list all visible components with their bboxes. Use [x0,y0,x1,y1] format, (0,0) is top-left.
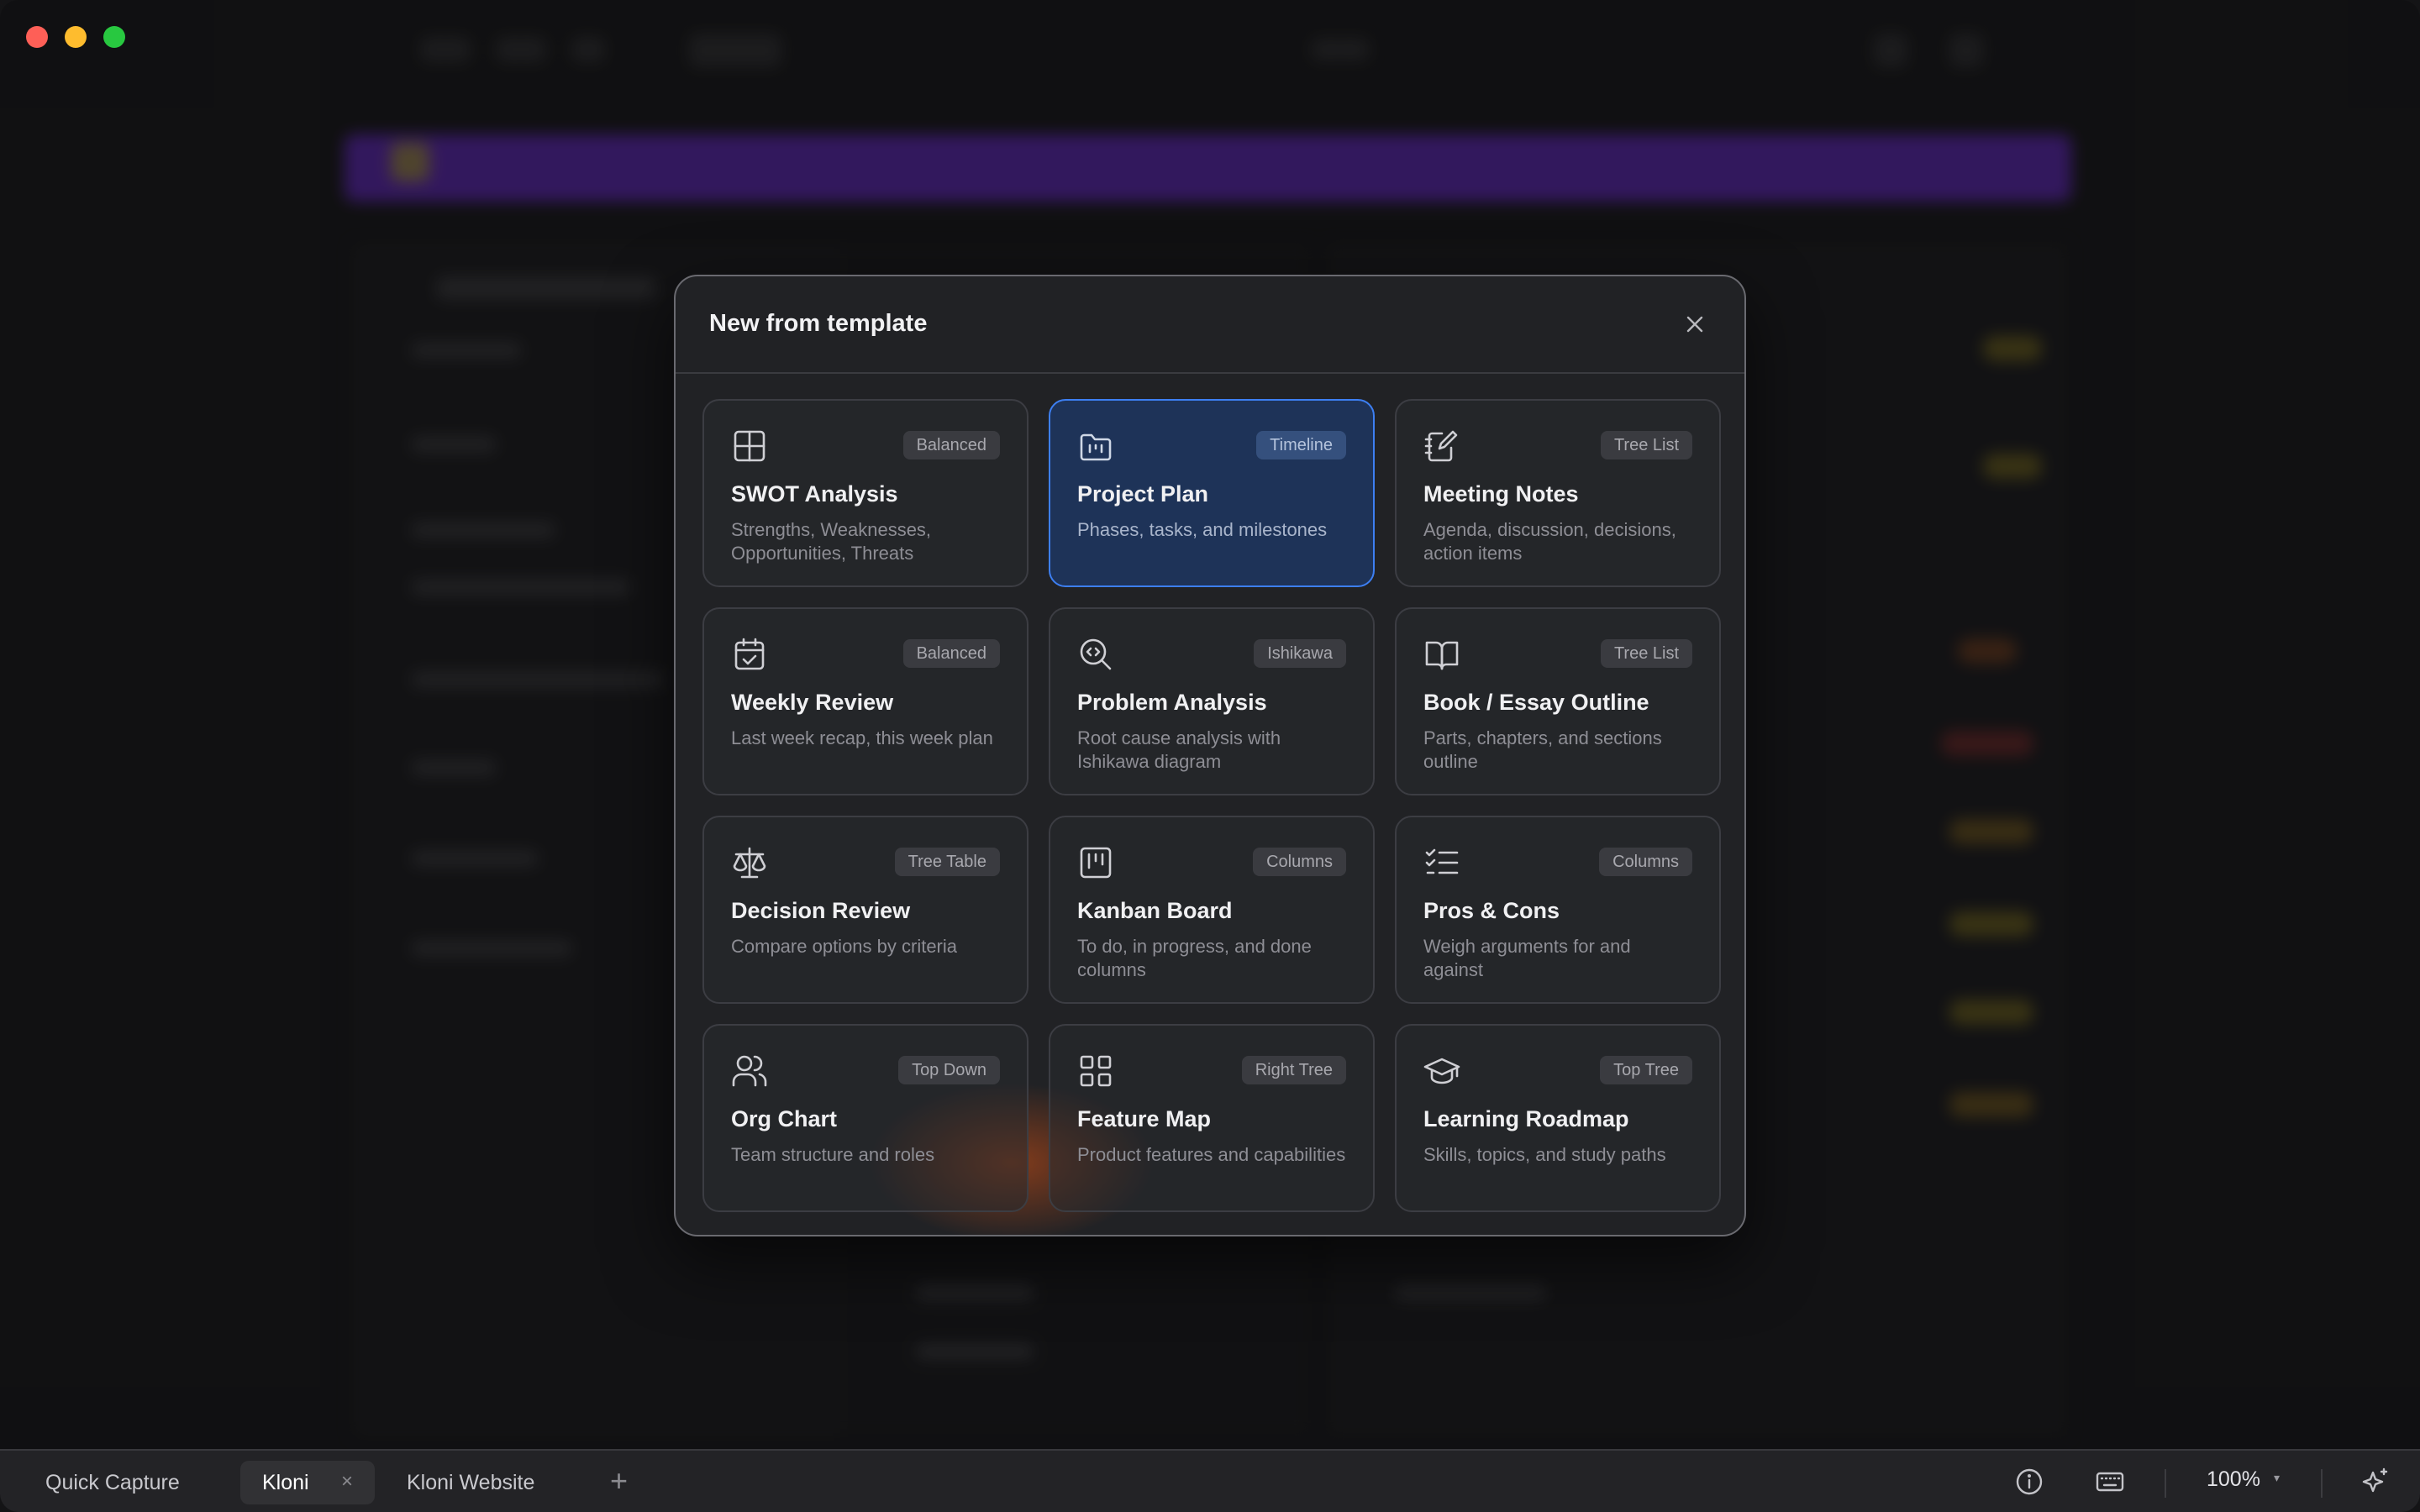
divider [2165,1469,2166,1498]
layout-badge: Tree List [1600,639,1692,668]
layout-badge: Balanced [902,431,1000,459]
template-name: Kanban Board [1077,898,1233,923]
close-window-button[interactable] [26,26,48,48]
template-card-kanban-board[interactable]: Columns Kanban Board To do, in progress,… [1049,816,1375,1004]
template-card-book-essay-outline[interactable]: Tree List Book / Essay Outline Parts, ch… [1395,607,1721,795]
close-tab-icon[interactable]: × [341,1470,353,1494]
template-description: Agenda, discussion, decisions, action it… [1423,519,1676,564]
template-description: Root cause analysis with Ishikawa diagra… [1077,727,1281,772]
graduation-cap-icon [1423,1058,1460,1084]
tab-kloni-website[interactable]: Kloni Website [407,1461,534,1504]
layout-badge: Columns [1599,848,1692,876]
dialog-title: New from template [709,310,928,337]
template-name: Learning Roadmap [1423,1106,1629,1131]
zoom-level[interactable]: 100% [2207,1467,2260,1492]
add-tab-button[interactable]: + [610,1462,628,1499]
template-card-swot-analysis[interactable]: Balanced SWOT Analysis Strengths, Weakne… [702,399,1028,587]
info-icon[interactable] [2013,1466,2045,1498]
minimize-window-button[interactable] [65,26,87,48]
layout-badge: Top Down [898,1056,1000,1084]
kanban-icon [1080,847,1112,879]
layout-badge: Tree List [1600,431,1692,459]
template-description: To do, in progress, and done columns [1077,936,1312,980]
template-card-problem-analysis[interactable]: Ishikawa Problem Analysis Root cause ana… [1049,607,1375,795]
template-name: Decision Review [731,898,911,923]
template-card-meeting-notes[interactable]: Tree List Meeting Notes Agenda, discussi… [1395,399,1721,587]
template-card-weekly-review[interactable]: Balanced Weekly Review Last week recap, … [702,607,1028,795]
layout-badge: Ishikawa [1254,639,1346,668]
close-icon [1686,316,1703,333]
grid-icon [734,430,765,462]
template-description: Last week recap, this week plan [731,727,993,748]
template-description: Phases, tasks, and milestones [1077,519,1328,540]
layout-badge: Right Tree [1241,1056,1346,1084]
dialog-header: New from template [676,276,1744,374]
template-name: Feature Map [1077,1106,1212,1131]
tab-quick-capture[interactable]: Quick Capture [45,1461,180,1504]
tab-label: Kloni [262,1471,309,1494]
tab-kloni[interactable]: Kloni [240,1461,375,1504]
users-icon [732,1055,767,1087]
template-name: Pros & Cons [1423,898,1560,923]
template-description: Product features and capabilities [1077,1144,1346,1165]
layout-badge: Balanced [902,639,1000,668]
template-card-learning-roadmap[interactable]: Top Tree Learning Roadmap Skills, topics… [1395,1024,1721,1212]
calendar-check-icon [734,638,765,670]
layout-grid-icon [1080,1055,1112,1087]
bottom-tab-bar: Quick Capture Kloni × Kloni Website + 10… [0,1449,2420,1512]
template-name: Project Plan [1077,481,1209,507]
search-code-icon [1080,638,1112,670]
layout-badge: Timeline [1256,431,1346,459]
template-description: Compare options by criteria [731,936,958,957]
layout-badge: Tree Table [894,848,1000,876]
layout-badge: Top Tree [1600,1056,1692,1084]
template-description: Skills, topics, and study paths [1423,1144,1666,1165]
template-description: Strengths, Weaknesses, Opportunities, Th… [731,519,932,564]
scale-icon [733,847,766,879]
template-description: Team structure and roles [731,1144,935,1165]
template-grid: Balanced SWOT Analysis Strengths, Weakne… [702,399,1721,1212]
chevron-down-icon[interactable]: ▾ [2274,1471,2280,1485]
template-name: Org Chart [731,1106,838,1131]
template-name: Meeting Notes [1423,481,1579,507]
keyboard-icon[interactable] [2094,1466,2126,1498]
template-card-feature-map[interactable]: Right Tree Feature Map Product features … [1049,1024,1375,1212]
close-dialog-button[interactable] [1682,312,1707,337]
template-description: Parts, chapters, and sections outline [1423,727,1662,772]
template-card-org-chart[interactable]: Top Down Org Chart Team structure and ro… [702,1024,1028,1212]
template-name: Book / Essay Outline [1423,690,1649,715]
new-from-template-dialog: New from template Balanced SWOT Analysis… [674,275,1746,1236]
divider [2321,1469,2323,1498]
app-window: New from template Balanced SWOT Analysis… [0,0,2420,1512]
template-description: Weigh arguments for and against [1423,936,1631,980]
template-card-decision-review[interactable]: Tree Table Decision Review Compare optio… [702,816,1028,1004]
folder-chart-icon [1080,433,1112,461]
notebook-pen-icon [1424,430,1458,462]
template-name: Weekly Review [731,690,894,715]
layout-badge: Columns [1253,848,1346,876]
template-name: Problem Analysis [1077,690,1267,715]
template-name: SWOT Analysis [731,481,898,507]
sparkles-icon[interactable] [2360,1466,2391,1498]
template-card-pros-cons[interactable]: Columns Pros & Cons Weigh arguments for … [1395,816,1721,1004]
checklist-icon [1425,848,1459,874]
template-card-project-plan[interactable]: Timeline Project Plan Phases, tasks, and… [1049,399,1375,587]
open-book-icon [1425,641,1459,670]
zoom-window-button[interactable] [103,26,125,48]
